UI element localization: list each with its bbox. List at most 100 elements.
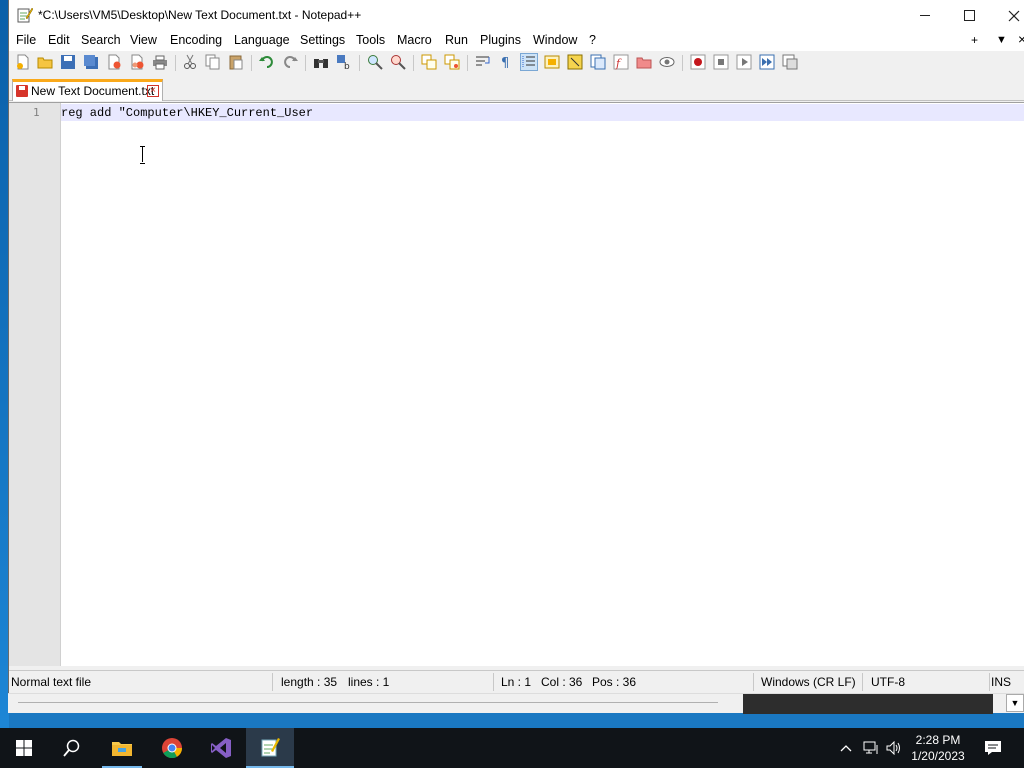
tab-list-dropdown-button[interactable]: ▼ — [996, 34, 1007, 46]
find-icon[interactable] — [313, 54, 329, 70]
minimize-icon — [920, 15, 930, 16]
word-wrap-icon[interactable] — [475, 54, 491, 70]
redo-icon[interactable] — [282, 54, 298, 70]
menu-help[interactable]: ? — [589, 33, 596, 47]
notepadpp-app-icon — [17, 7, 33, 23]
window-title: *C:\Users\VM5\Desktop\New Text Document.… — [38, 8, 362, 22]
doc-list-icon[interactable] — [590, 54, 606, 70]
svg-text:b: b — [344, 62, 350, 70]
menu-macro[interactable]: Macro — [397, 33, 432, 47]
sync-horizontal-icon[interactable] — [444, 54, 460, 70]
menu-tools[interactable]: Tools — [356, 33, 385, 47]
close-window-button[interactable] — [991, 0, 1024, 31]
new-file-icon[interactable] — [15, 54, 31, 70]
zoom-in-icon[interactable] — [367, 54, 383, 70]
status-eol[interactable]: Windows (CR LF) — [761, 675, 856, 689]
taskbar-chrome[interactable] — [148, 728, 196, 768]
copy-icon[interactable] — [205, 54, 221, 70]
run-macro-multiple-icon[interactable] — [759, 54, 775, 70]
chrome-icon — [162, 738, 183, 759]
zoom-out-icon[interactable] — [390, 54, 406, 70]
taskbar-visual-studio[interactable] — [197, 728, 245, 768]
tab-new-text-document[interactable]: New Text Document.txt × — [12, 79, 163, 101]
save-all-icon[interactable] — [83, 54, 99, 70]
start-button[interactable] — [0, 728, 48, 768]
taskbar-notepadpp[interactable] — [246, 728, 294, 768]
tab-close-icon[interactable]: × — [147, 85, 159, 97]
status-bar: Normal text file length : 35 lines : 1 L… — [9, 670, 1024, 693]
menu-language[interactable]: Language — [234, 33, 290, 47]
line-number-gutter: 1 — [9, 103, 61, 666]
status-file-type: Normal text file — [11, 675, 92, 689]
function-list-icon[interactable]: f — [613, 54, 629, 70]
menu-encoding[interactable]: Encoding — [170, 33, 222, 47]
network-button[interactable] — [860, 728, 882, 768]
toolbar-separator — [175, 55, 176, 71]
notepadpp-taskbar-icon — [261, 738, 280, 757]
cut-icon[interactable] — [182, 54, 198, 70]
save-icon[interactable] — [60, 54, 76, 70]
status-lines: lines : 1 — [348, 675, 390, 689]
menu-file[interactable]: File — [16, 33, 36, 47]
toolbar-separator — [251, 55, 252, 71]
status-separator — [272, 673, 273, 691]
menu-run[interactable]: Run — [445, 33, 468, 47]
minimize-button[interactable] — [902, 0, 948, 31]
open-file-icon[interactable] — [37, 54, 53, 70]
taskbar-file-explorer[interactable] — [98, 728, 146, 768]
stop-macro-icon[interactable] — [713, 54, 729, 70]
show-all-chars-icon[interactable]: ¶ — [498, 54, 514, 70]
notifications-icon — [985, 741, 1001, 755]
background-window-scrollbar — [18, 702, 718, 703]
close-all-icon[interactable] — [129, 54, 145, 70]
doc-map-icon[interactable] — [567, 54, 583, 70]
play-macro-icon[interactable] — [736, 54, 752, 70]
toolbar-separator — [305, 55, 306, 71]
maximize-button[interactable] — [946, 0, 992, 31]
menu-edit[interactable]: Edit — [48, 33, 70, 47]
status-length: length : 35 — [281, 675, 338, 689]
menu-plugins[interactable]: Plugins — [480, 33, 521, 47]
undo-icon[interactable] — [259, 54, 275, 70]
indent-guide-icon[interactable] — [520, 53, 538, 71]
clock-time: 2:28 PM — [915, 733, 961, 747]
menu-search[interactable]: Search — [81, 33, 121, 47]
status-encoding[interactable]: UTF-8 — [871, 675, 905, 689]
background-window-dropdown[interactable]: ▼ — [1006, 694, 1024, 712]
taskbar-clock[interactable]: 2:28 PM 1/20/2023 — [900, 732, 976, 764]
print-icon[interactable] — [152, 54, 168, 70]
show-hidden-icons-button[interactable] — [836, 728, 856, 768]
folder-workspace-icon[interactable] — [636, 54, 652, 70]
replace-icon[interactable]: b — [336, 54, 352, 70]
action-center-button[interactable] — [980, 728, 1006, 768]
record-macro-icon[interactable] — [690, 54, 706, 70]
close-doc-button[interactable]: × — [1018, 31, 1024, 47]
toolbar-separator — [467, 55, 468, 71]
menu-settings[interactable]: Settings — [300, 33, 345, 47]
status-separator — [753, 673, 754, 691]
editor-line-text[interactable]: reg add "Computer\HKEY_Current_User — [61, 106, 313, 120]
add-new-button[interactable]: + — [971, 33, 978, 47]
menu-bar: File Edit Search View Encoding Language … — [9, 31, 1024, 51]
status-col: Col : 36 — [541, 675, 583, 689]
monitoring-icon[interactable] — [659, 54, 675, 70]
udl-icon[interactable] — [544, 54, 560, 70]
sync-vertical-icon[interactable] — [421, 54, 437, 70]
close-file-icon[interactable] — [106, 54, 122, 70]
title-bar[interactable]: *C:\Users\VM5\Desktop\New Text Document.… — [9, 0, 1024, 31]
paste-icon[interactable] — [228, 54, 244, 70]
toolbar-separator — [682, 55, 683, 71]
search-icon — [63, 739, 80, 757]
editor-area[interactable]: 1 reg add "Computer\HKEY_Current_User — [9, 102, 1024, 666]
menu-window[interactable]: Window — [533, 33, 577, 47]
menu-view[interactable]: View — [130, 33, 157, 47]
status-separator — [989, 673, 990, 691]
status-pos: Pos : 36 — [592, 675, 637, 689]
close-icon — [1008, 10, 1020, 21]
maximize-icon — [963, 10, 975, 21]
tab-bar: New Text Document.txt × — [9, 76, 1024, 101]
windows-logo-icon — [16, 740, 32, 756]
background-window-dark-panel — [743, 694, 993, 714]
search-button[interactable] — [48, 728, 96, 768]
save-macro-icon[interactable] — [782, 54, 798, 70]
